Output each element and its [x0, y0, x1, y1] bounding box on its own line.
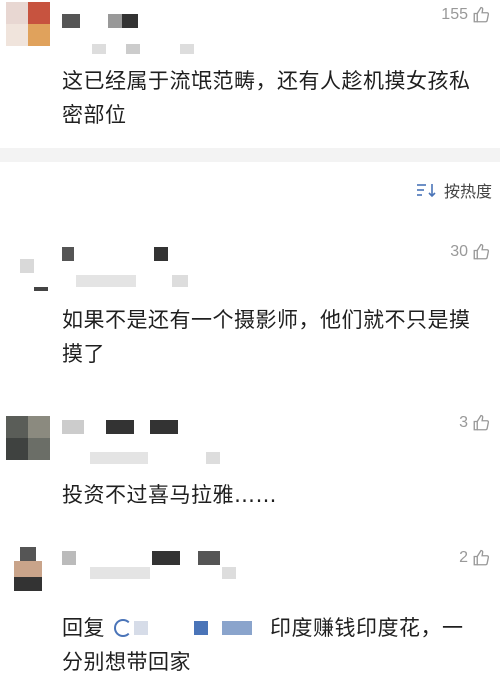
sort-by-hot-button[interactable]: 按热度	[416, 178, 492, 202]
meta-blurred	[62, 567, 242, 579]
sort-icon	[416, 184, 436, 198]
like-button[interactable]: 30	[450, 243, 490, 261]
comment-text: 如果不是还有一个摄影师，他们就不只是摸摸了	[62, 308, 471, 366]
thumbs-up-icon	[473, 414, 490, 431]
comment-4: 2 回复 印度赚钱印度花，一 分别想带回家	[0, 535, 500, 679]
sort-label: 按热度	[443, 182, 492, 201]
avatar[interactable]	[6, 416, 50, 460]
reply-text: 印度赚钱印度花，一	[270, 616, 464, 640]
like-button[interactable]: 155	[441, 6, 490, 24]
mentioned-user-blurred[interactable]	[194, 621, 208, 635]
username-blurred[interactable]	[62, 14, 212, 28]
section-divider	[0, 148, 500, 162]
comment-1: 155 这已经属于流氓范畴，还有人趁机摸女孩私密部位	[0, 0, 500, 148]
like-button[interactable]: 2	[459, 549, 490, 567]
mention-icon[interactable]	[114, 619, 132, 637]
thumbs-up-icon	[473, 243, 490, 260]
comment-text: 这已经属于流氓范畴，还有人趁机摸女孩私密部位	[62, 69, 471, 127]
comment-text: 回复 印度赚钱印度花，一 分别想带回家	[62, 611, 486, 679]
username-blurred[interactable]	[62, 551, 242, 565]
like-count: 30	[450, 243, 468, 260]
reply-text-line-2: 分别想带回家	[62, 650, 191, 674]
reply-label: 回复	[62, 616, 105, 640]
mentioned-user-blurred[interactable]	[134, 621, 148, 635]
comment-text: 投资不过喜马拉雅……	[62, 483, 277, 507]
avatar[interactable]	[6, 547, 50, 591]
like-count: 155	[441, 6, 468, 23]
meta-blurred	[62, 44, 222, 54]
thumbs-up-icon	[473, 549, 490, 566]
meta-blurred	[62, 275, 222, 287]
avatar[interactable]	[6, 2, 50, 46]
like-button[interactable]: 3	[459, 414, 490, 432]
avatar[interactable]	[6, 247, 50, 291]
username-blurred[interactable]	[62, 420, 222, 434]
comment-2: 30 如果不是还有一个摄影师，他们就不只是摸摸了	[0, 235, 500, 385]
like-count: 3	[459, 414, 468, 431]
username-blurred[interactable]	[62, 247, 212, 261]
mentioned-user-blurred[interactable]	[222, 621, 252, 635]
meta-blurred	[62, 452, 222, 464]
like-count: 2	[459, 549, 468, 566]
thumbs-up-icon	[473, 6, 490, 23]
comment-3: 3 投资不过喜马拉雅……	[0, 400, 500, 515]
